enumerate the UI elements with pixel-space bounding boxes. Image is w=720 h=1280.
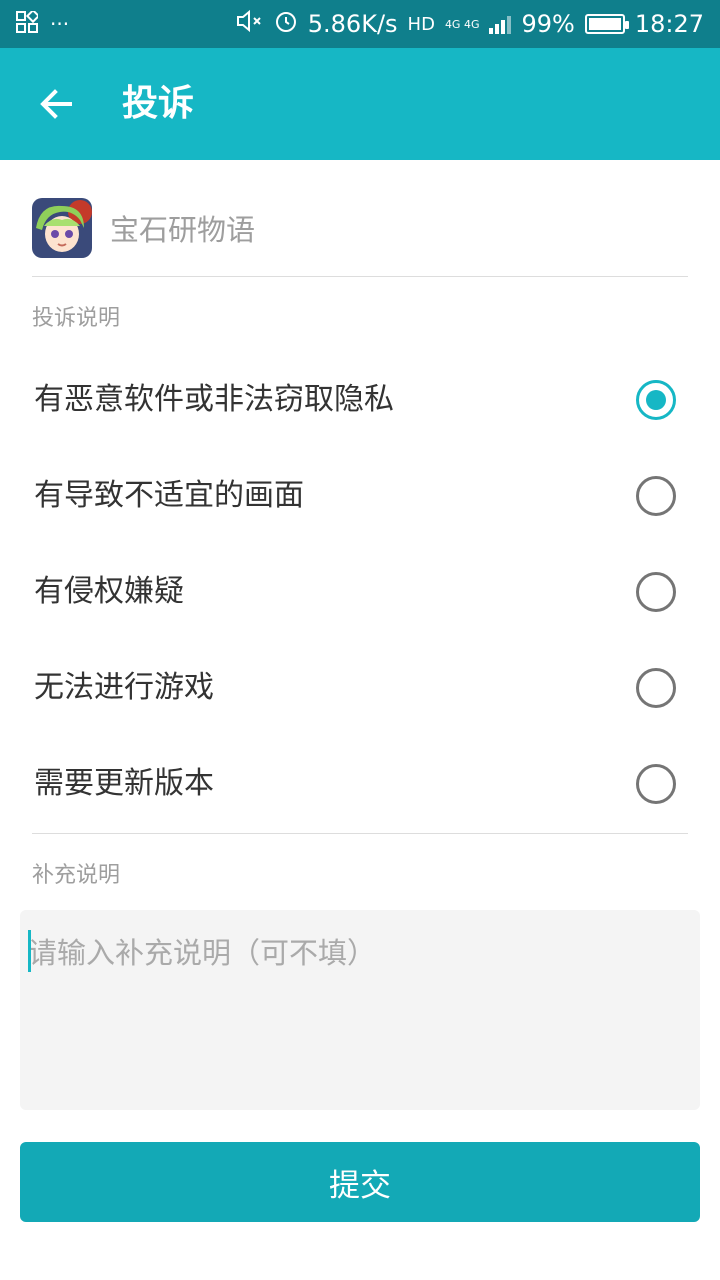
alarm-icon (274, 9, 298, 39)
radio-button[interactable] (636, 572, 676, 612)
submit-button[interactable]: 提交 (20, 1142, 700, 1222)
option-label: 有侵权嫌疑 (34, 574, 184, 609)
battery-icon (584, 14, 629, 34)
app-grid-icon (16, 8, 41, 37)
complaint-option[interactable]: 有导致不适宜的画面 (0, 448, 720, 544)
divider (32, 276, 688, 277)
option-label: 有恶意软件或非法窃取隐私 (34, 382, 394, 417)
battery-percent: 99% (521, 10, 575, 38)
app-name: 宝石研物语 (110, 213, 256, 247)
radio-button[interactable] (636, 380, 676, 420)
back-button[interactable] (28, 76, 84, 132)
option-label: 有导致不适宜的画面 (34, 478, 304, 513)
divider (32, 833, 688, 834)
arrow-left-icon (40, 89, 72, 119)
page-title: 投诉 (122, 83, 195, 124)
mute-icon (236, 9, 264, 39)
option-label: 无法进行游戏 (34, 670, 214, 705)
status-right: 5.86K/s HD 4G 4G 99% 18:27 (236, 0, 704, 48)
complaint-option[interactable]: 无法进行游戏 (0, 640, 720, 736)
radio-button[interactable] (636, 668, 676, 708)
complaint-section-label: 投诉说明 (32, 306, 121, 331)
text-cursor (28, 930, 31, 972)
app-bar: 投诉 (0, 48, 720, 160)
network-speed: 5.86K/s (307, 10, 398, 38)
more-notifications-icon: ··· (50, 12, 70, 36)
complaint-option[interactable]: 有侵权嫌疑 (0, 544, 720, 640)
option-label: 需要更新版本 (34, 766, 214, 801)
radio-button[interactable] (636, 476, 676, 516)
complaint-option[interactable]: 需要更新版本 (0, 736, 720, 832)
status-left: ··· (16, 0, 69, 48)
status-bar: ··· 5.86K/s HD 4G 4G 99% 18:27 (0, 0, 720, 48)
app-info-row: 宝石研物语 (32, 196, 688, 260)
clock: 18:27 (634, 10, 704, 38)
network-type: 4G 4G (444, 17, 480, 31)
signal-icon (489, 14, 512, 34)
radio-button[interactable] (636, 764, 676, 804)
supplement-input[interactable] (20, 910, 700, 1110)
supplement-section-label: 补充说明 (32, 863, 121, 888)
hd-badge: HD (407, 13, 435, 35)
app-icon (32, 198, 92, 258)
complaint-option[interactable]: 有恶意软件或非法窃取隐私 (0, 352, 720, 448)
